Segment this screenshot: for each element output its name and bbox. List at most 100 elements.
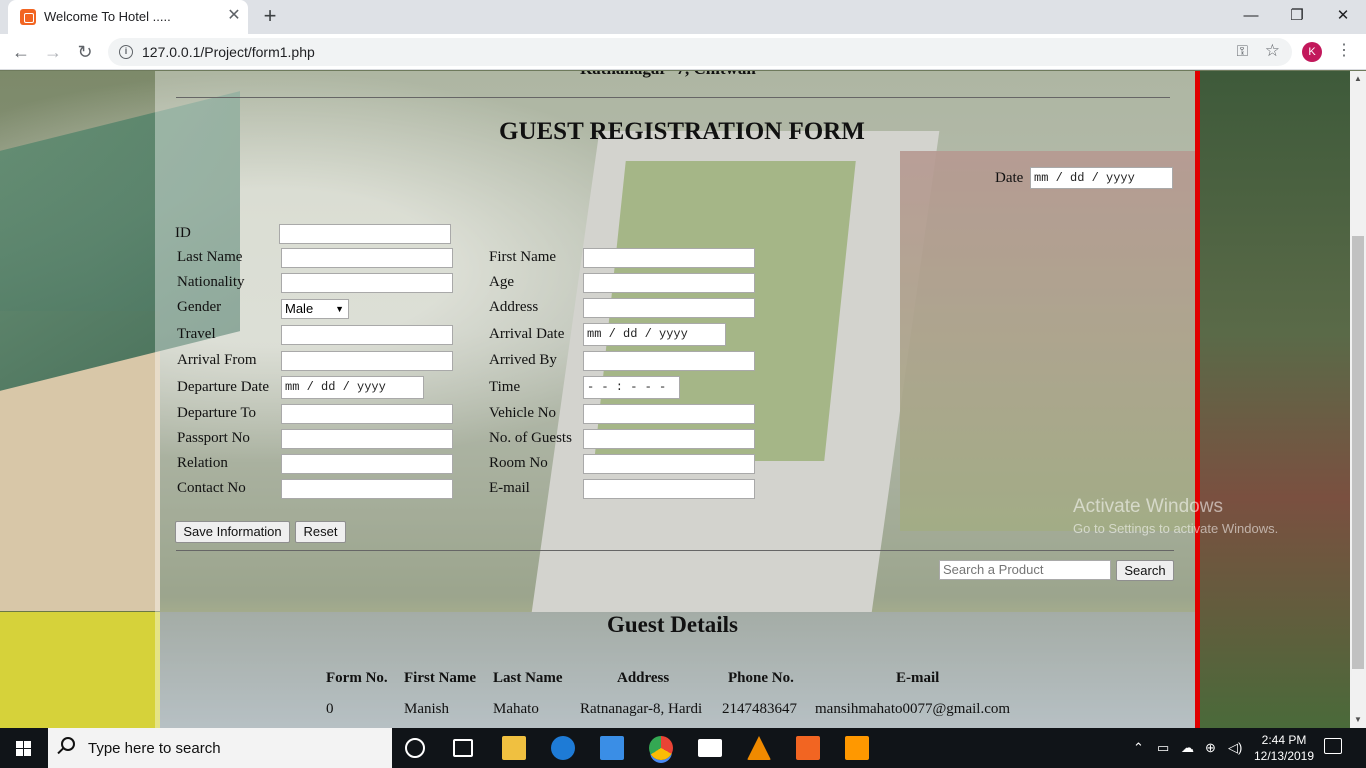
no-of-guests-input[interactable]: [583, 429, 755, 449]
show-hidden-icons-chevron-icon[interactable]: ⌃: [1133, 740, 1144, 756]
bookmark-star-icon[interactable]: ☆: [1265, 41, 1280, 61]
taskbar-search[interactable]: Type here to search: [48, 728, 392, 768]
page-scrollbar[interactable]: ▲ ▼: [1350, 71, 1366, 728]
vlc-icon[interactable]: [747, 736, 771, 760]
address-label: Address: [489, 299, 539, 315]
passport-no-input[interactable]: [281, 429, 453, 449]
forward-arrow-icon[interactable]: →: [40, 39, 66, 65]
background-photo: [1200, 71, 1350, 728]
table-cell-first-name: Manish: [404, 701, 449, 717]
room-no-label: Room No: [489, 455, 548, 471]
vehicle-no-input[interactable]: [583, 404, 755, 424]
language-globe-icon[interactable]: ⊕: [1205, 740, 1216, 756]
url-text[interactable]: 127.0.0.1/Project/form1.php: [142, 44, 315, 60]
relation-label: Relation: [177, 455, 228, 471]
arrived-by-input[interactable]: [583, 351, 755, 371]
time-input[interactable]: - - : - - - -: [583, 376, 680, 415]
table-cell-email: mansihmahato0077@gmail.com: [815, 701, 1011, 717]
table-header-form-no: Form No.: [326, 670, 388, 686]
xampp-icon[interactable]: [796, 736, 820, 760]
windows-logo-icon: [16, 741, 23, 748]
table-header-last-name: Last Name: [493, 670, 563, 686]
departure-date-label: Departure Date: [177, 379, 270, 395]
activate-windows-watermark: Activate Windows: [1073, 496, 1223, 517]
guest-details-title: Guest Details: [607, 612, 738, 637]
travel-input[interactable]: [281, 325, 453, 345]
arrival-from-input[interactable]: [281, 351, 453, 371]
windows-logo-icon: [24, 741, 31, 748]
nationality-label: Nationality: [177, 274, 245, 290]
cortana-icon[interactable]: [405, 738, 425, 758]
age-label: Age: [489, 274, 514, 290]
table-cell-phone: 2147483647: [722, 701, 797, 717]
kebab-menu-icon[interactable]: ⋮: [1336, 40, 1352, 60]
profile-avatar[interactable]: K: [1302, 42, 1322, 62]
red-divider: [1195, 71, 1200, 728]
id-input[interactable]: [279, 224, 451, 244]
nationality-input[interactable]: [281, 273, 453, 293]
windows-start-button[interactable]: [0, 728, 48, 768]
battery-icon[interactable]: ▭: [1157, 740, 1169, 756]
address-input[interactable]: [583, 298, 755, 318]
tab-title: Welcome To Hotel .....: [44, 9, 171, 24]
relation-input[interactable]: [281, 454, 453, 474]
address-bar[interactable]: i 127.0.0.1/Project/form1.php ⚿ ☆: [108, 38, 1292, 66]
browser-tab[interactable]: Welcome To Hotel ..... ✕: [8, 0, 248, 34]
task-view-icon[interactable]: [453, 739, 473, 757]
departure-date-input[interactable]: mm / dd / yyyy: [281, 376, 424, 399]
key-icon[interactable]: ⚿: [1237, 43, 1248, 60]
save-information-button[interactable]: Save Information: [175, 521, 290, 543]
room-no-input[interactable]: [583, 454, 755, 474]
id-label: ID: [175, 225, 191, 241]
file-explorer-icon[interactable]: [502, 736, 526, 760]
new-tab-button[interactable]: +: [258, 4, 282, 28]
contact-no-label: Contact No: [177, 480, 246, 496]
last-name-input[interactable]: [281, 248, 453, 268]
time-label: Time: [489, 379, 521, 395]
hotel-address: Ratnanagar -7, Chitwan: [580, 71, 756, 79]
last-name-label: Last Name: [177, 249, 243, 265]
clock-time: 2:44 PM: [1261, 733, 1307, 747]
departure-to-label: Departure To: [177, 405, 257, 421]
browser-toolbar: ← → ↻ i 127.0.0.1/Project/form1.php ⚿ ☆: [0, 34, 1366, 70]
first-name-input[interactable]: [583, 248, 755, 268]
table-header-phone: Phone No.: [728, 670, 794, 686]
action-center-icon[interactable]: [1324, 738, 1342, 754]
divider: [176, 550, 1174, 551]
contact-no-input[interactable]: [281, 479, 453, 499]
date-input[interactable]: mm / dd / yyyy: [1030, 167, 1173, 189]
scrollbar-thumb[interactable]: [1352, 236, 1364, 669]
minimize-button[interactable]: —: [1228, 2, 1274, 30]
scroll-up-arrow-icon[interactable]: ▲: [1350, 71, 1366, 87]
age-input[interactable]: [583, 273, 755, 293]
system-clock[interactable]: 2:44 PM 12/13/2019: [1252, 732, 1316, 764]
reset-button[interactable]: Reset: [295, 521, 346, 543]
date-label: Date: [995, 170, 1024, 186]
mail-icon[interactable]: [698, 739, 722, 757]
site-info-icon[interactable]: i: [119, 45, 133, 59]
departure-to-input[interactable]: [281, 404, 453, 424]
search-button[interactable]: Search: [1116, 560, 1174, 581]
arrival-date-input[interactable]: mm / dd / yyyy: [583, 323, 726, 346]
browser-titlebar: Welcome To Hotel ..... ✕ + — ❐ ✕: [0, 0, 1366, 34]
store-icon[interactable]: [600, 736, 624, 760]
volume-icon[interactable]: ◁): [1228, 740, 1242, 756]
gender-selected-value: Male: [285, 301, 314, 316]
tab-close-icon[interactable]: ✕: [224, 6, 244, 26]
scroll-down-arrow-icon[interactable]: ▼: [1350, 712, 1366, 728]
arrival-from-label: Arrival From: [177, 352, 257, 368]
back-arrow-icon[interactable]: ←: [8, 39, 34, 65]
edge-icon[interactable]: [551, 736, 575, 760]
sublime-text-icon[interactable]: [845, 736, 869, 760]
first-name-label: First Name: [489, 249, 557, 265]
email-input[interactable]: [583, 479, 755, 499]
search-product-input[interactable]: Search a Product: [939, 560, 1111, 580]
gender-select[interactable]: Male ▼: [281, 299, 349, 319]
restore-button[interactable]: ❐: [1274, 2, 1320, 30]
arrival-date-label: Arrival Date: [489, 326, 565, 342]
chrome-icon[interactable]: [649, 736, 673, 760]
close-window-button[interactable]: ✕: [1320, 2, 1366, 30]
network-icon[interactable]: ☁: [1181, 740, 1194, 756]
table-header-email: E-mail: [896, 670, 940, 686]
reload-icon[interactable]: ↻: [72, 39, 98, 65]
